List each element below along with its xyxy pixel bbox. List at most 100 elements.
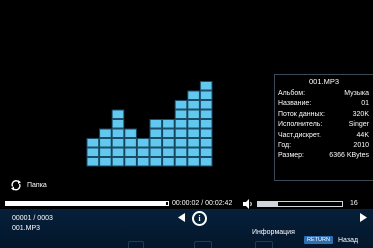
visualizer-bar-cell	[174, 128, 188, 138]
faded-button-icon	[255, 241, 273, 248]
visualizer-bar-cell	[187, 128, 200, 138]
visualizer-bar-cell	[124, 147, 137, 157]
visualizer-bar-cell	[174, 147, 188, 157]
visualizer-bar-cell	[187, 100, 200, 110]
visualizer-bar-cell	[111, 157, 125, 167]
visualizer-bar-cell	[149, 138, 163, 148]
info-row: Год: 2010	[275, 141, 373, 151]
info-row: Част.дискрет. 44K	[275, 131, 373, 141]
visualizer-bar-cell	[111, 128, 125, 138]
visualizer-bar-cell	[162, 157, 175, 167]
visualizer-bar-cell	[111, 138, 125, 148]
faded-button-icon	[194, 241, 212, 248]
visualizer-bar-cell	[187, 138, 200, 148]
visualizer-bar-cell	[111, 119, 125, 129]
visualizer-bar-cell	[149, 119, 163, 129]
visualizer-bar-cell	[162, 147, 175, 157]
info-row: Исполнитель: Singer	[275, 120, 373, 130]
visualizer-bar-cell	[162, 138, 175, 148]
visualizer-bar-cell	[199, 147, 213, 157]
visualizer-bar-cell	[199, 109, 213, 119]
info-row-value: 2010	[353, 142, 369, 150]
info-row-label: Альбом:	[278, 90, 306, 97]
visualizer-bar-cell	[86, 147, 100, 157]
volume-level: 16	[350, 200, 358, 207]
visualizer-bar-cell	[174, 138, 188, 148]
info-row-label: Год:	[278, 142, 292, 150]
visualizer-bar-cell	[124, 138, 137, 148]
visualizer-bar-cell	[111, 147, 125, 157]
folder-button[interactable]: Папка	[10, 179, 47, 191]
info-row: Поток данных: 320K	[275, 110, 373, 120]
music-player-screen: 001.MP3 Альбом: Музыка Название: 01 Поток да…	[0, 0, 373, 248]
visualizer-bar-cell	[99, 147, 112, 157]
info-row-value: Музыка	[344, 90, 369, 97]
visualizer-bar-cell	[136, 157, 150, 167]
faded-button-icon	[128, 241, 144, 248]
prev-arrow-icon[interactable]	[178, 213, 185, 222]
current-filename: 001.MP3	[12, 225, 41, 232]
visualizer-bar-cell	[199, 157, 213, 167]
visualizer-bar-cell	[199, 138, 213, 148]
visualizer-bar-cell	[124, 128, 137, 138]
visualizer-bar-cell	[99, 138, 112, 148]
visualizer-bar-cell	[199, 81, 213, 91]
info-filename: 001.MP3	[308, 77, 340, 86]
visualizer-bar-cell	[187, 90, 200, 100]
visualizer-bar-cell	[199, 119, 213, 129]
info-row-label: Исполнитель:	[278, 121, 323, 129]
visualizer-bar-cell	[162, 128, 175, 138]
control-panel: 00001 / 0003 001.MP3 i Информация RETURN…	[0, 209, 373, 248]
visualizer-bar-cell	[99, 157, 112, 167]
back-label: Назад	[338, 237, 359, 244]
folder-label: Папка	[27, 181, 47, 189]
visualizer-bar-cell	[124, 157, 137, 167]
visualizer-bar-cell	[174, 109, 188, 119]
info-row-label: Размер:	[278, 152, 305, 160]
playback-progress-bar[interactable]	[5, 201, 169, 206]
track-info: 00001 / 0003 001.MP3	[12, 214, 53, 234]
visualizer-bar-cell	[111, 109, 125, 119]
volume-fill	[258, 202, 279, 206]
return-key[interactable]: RETURN	[304, 236, 333, 244]
visualizer-bar-cell	[199, 100, 213, 110]
info-row-label: Част.дискрет.	[278, 131, 321, 139]
playback-progress-fill	[6, 202, 167, 205]
info-row-value: 6366 KBytes	[329, 152, 369, 160]
info-row: Альбом: Музыка	[275, 89, 373, 99]
visualizer-bar-cell	[149, 157, 163, 167]
info-row-label: Название:	[278, 100, 312, 108]
info-row-value: 44K	[356, 131, 369, 139]
visualizer-bar-cell	[174, 157, 188, 167]
visualizer-bar-cell	[199, 90, 213, 100]
info-row: Название: 01	[275, 99, 373, 109]
visualizer-bar-cell	[199, 128, 213, 138]
info-icon: i	[194, 213, 205, 224]
volume-bar[interactable]	[257, 201, 343, 207]
info-label: Информация	[252, 229, 295, 236]
repeat-icon	[11, 180, 21, 191]
visualizer-bar-cell	[149, 128, 163, 138]
visualizer-bar-cell	[86, 157, 100, 167]
info-row-value: 320K	[352, 110, 369, 118]
info-row-value: 01	[361, 100, 369, 108]
visualizer-bar-cell	[174, 100, 188, 110]
visualizer-bar-cell	[86, 138, 100, 148]
next-arrow-icon[interactable]	[360, 213, 367, 222]
visualizer-bar-cell	[187, 157, 200, 167]
visualizer-bar-cell	[136, 147, 150, 157]
visualizer-bar-cell	[136, 138, 150, 148]
visualizer-bar-cell	[187, 109, 200, 119]
info-row: Размер: 6366 KBytes	[275, 151, 373, 161]
visualizer-bar-cell	[149, 147, 163, 157]
volume-icon[interactable]	[243, 199, 254, 209]
visualizer-bar-cell	[162, 119, 175, 129]
visualizer-bar-cell	[99, 128, 112, 138]
track-counter: 00001 / 0003	[12, 215, 53, 222]
visualizer-bar-cell	[174, 119, 188, 129]
visualizer-bar-cell	[187, 147, 200, 157]
info-button[interactable]: i	[192, 211, 207, 226]
visualizer-bar-cell	[187, 119, 200, 129]
track-info-panel: 001.MP3 Альбом: Музыка Название: 01 Поток да…	[274, 74, 373, 181]
playback-time: 00:00:02 / 00:02:42	[172, 200, 233, 207]
